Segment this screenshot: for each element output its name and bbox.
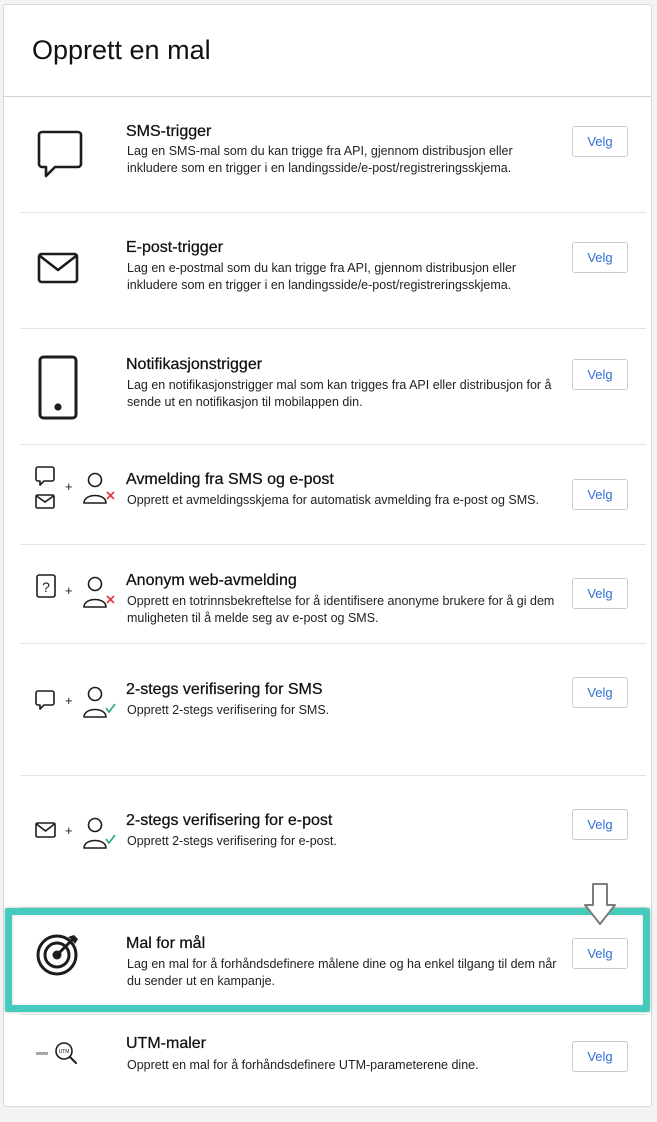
svg-text:www: www	[35, 1051, 48, 1057]
envelope-icon	[28, 235, 124, 305]
mobile-phone-icon	[28, 352, 124, 422]
template-description: Opprett 2-stegs verifisering for e-post.	[127, 834, 337, 848]
svg-text:+: +	[65, 479, 73, 494]
template-row-anonymous-unsubscribe: ? + Anonym web-avmelding Opprett en totr…	[20, 545, 646, 644]
template-row-utm-templates: www UTM UTM-maler Opprett en mal for å f…	[20, 1015, 646, 1106]
svg-text:UTM: UTM	[59, 1049, 70, 1055]
template-row-sms-verification: + 2-stegs verifisering for SMS Opprett 2…	[20, 644, 646, 776]
template-description: Lag en SMS-mal som du kan trigge fra API…	[127, 144, 513, 175]
template-description: Opprett 2-stegs verifisering for SMS.	[127, 703, 330, 717]
template-description: Opprett en mal for å forhåndsdefinere UT…	[127, 1058, 479, 1072]
pointer-arrow-icon	[583, 881, 617, 927]
template-title: Notifikasjonstrigger	[126, 356, 263, 373]
template-row-email-verification: + 2-stegs verifisering for e-post Oppret…	[20, 776, 646, 908]
select-goal-template-button[interactable]: Velg	[572, 938, 628, 969]
select-sms-verification-button[interactable]: Velg	[572, 677, 628, 708]
target-icon	[28, 926, 124, 996]
template-title: Anonym web-avmelding	[126, 572, 297, 589]
template-title: 2-stegs verifisering for e-post	[126, 812, 333, 829]
anonymous-unsubscribe-icon: ? +	[28, 562, 124, 632]
sms-verify-icon: +	[28, 670, 124, 740]
unsubscribe-sms-email-icon: +	[28, 458, 124, 528]
template-title: 2-stegs verifisering for SMS	[126, 681, 323, 698]
svg-text:+: +	[65, 823, 73, 838]
svg-text:+: +	[65, 693, 73, 708]
select-anonymous-unsubscribe-button[interactable]: Velg	[572, 578, 628, 609]
select-notification-trigger-button[interactable]: Velg	[572, 359, 628, 390]
sms-bubble-icon	[28, 119, 124, 189]
template-title: UTM-maler	[126, 1035, 206, 1052]
template-description: Lag en notifikasjonstrigger mal som kan …	[127, 378, 552, 409]
template-title: Mal for mål	[126, 935, 206, 952]
svg-text:+: +	[65, 583, 73, 598]
select-email-trigger-button[interactable]: Velg	[572, 242, 628, 273]
template-description: Opprett et avmeldingsskjema for automati…	[127, 493, 539, 507]
email-verify-icon: +	[28, 802, 124, 872]
template-row-notification-trigger: Notifikasjonstrigger Lag en notifikasjon…	[20, 329, 646, 445]
select-sms-trigger-button[interactable]: Velg	[572, 126, 628, 157]
template-row-sms-trigger: SMS-trigger Lag en SMS-mal som du kan tr…	[20, 97, 646, 213]
template-description: Opprett en totrinnsbekreftelse for å ide…	[127, 594, 555, 625]
template-description: Lag en e-postmal som du kan trigge fra A…	[127, 261, 517, 292]
select-utm-templates-button[interactable]: Velg	[572, 1041, 628, 1072]
template-description: Lag en mal for å forhåndsdefinere målene…	[127, 957, 557, 988]
template-row-unsubscribe-sms-email: + Avmelding fra SMS og e-post Opprett et…	[20, 445, 646, 545]
template-title: SMS-trigger	[126, 123, 212, 140]
template-row-goal-template: Mal for mål Lag en mal for å forhåndsdef…	[20, 908, 646, 1015]
template-row-email-trigger: E-post-trigger Lag en e-postmal som du k…	[20, 213, 646, 329]
utm-search-icon: www UTM	[28, 1021, 124, 1091]
create-template-panel: Opprett en mal SMS-trigger Lag en SMS-ma…	[3, 4, 652, 1107]
select-email-verification-button[interactable]: Velg	[572, 809, 628, 840]
template-title: Avmelding fra SMS og e-post	[126, 471, 334, 488]
select-unsubscribe-sms-email-button[interactable]: Velg	[572, 479, 628, 510]
svg-text:?: ?	[42, 579, 50, 595]
panel-header: Opprett en mal	[4, 5, 651, 97]
template-title: E-post-trigger	[126, 239, 223, 256]
page-title: Opprett en mal	[32, 35, 211, 65]
